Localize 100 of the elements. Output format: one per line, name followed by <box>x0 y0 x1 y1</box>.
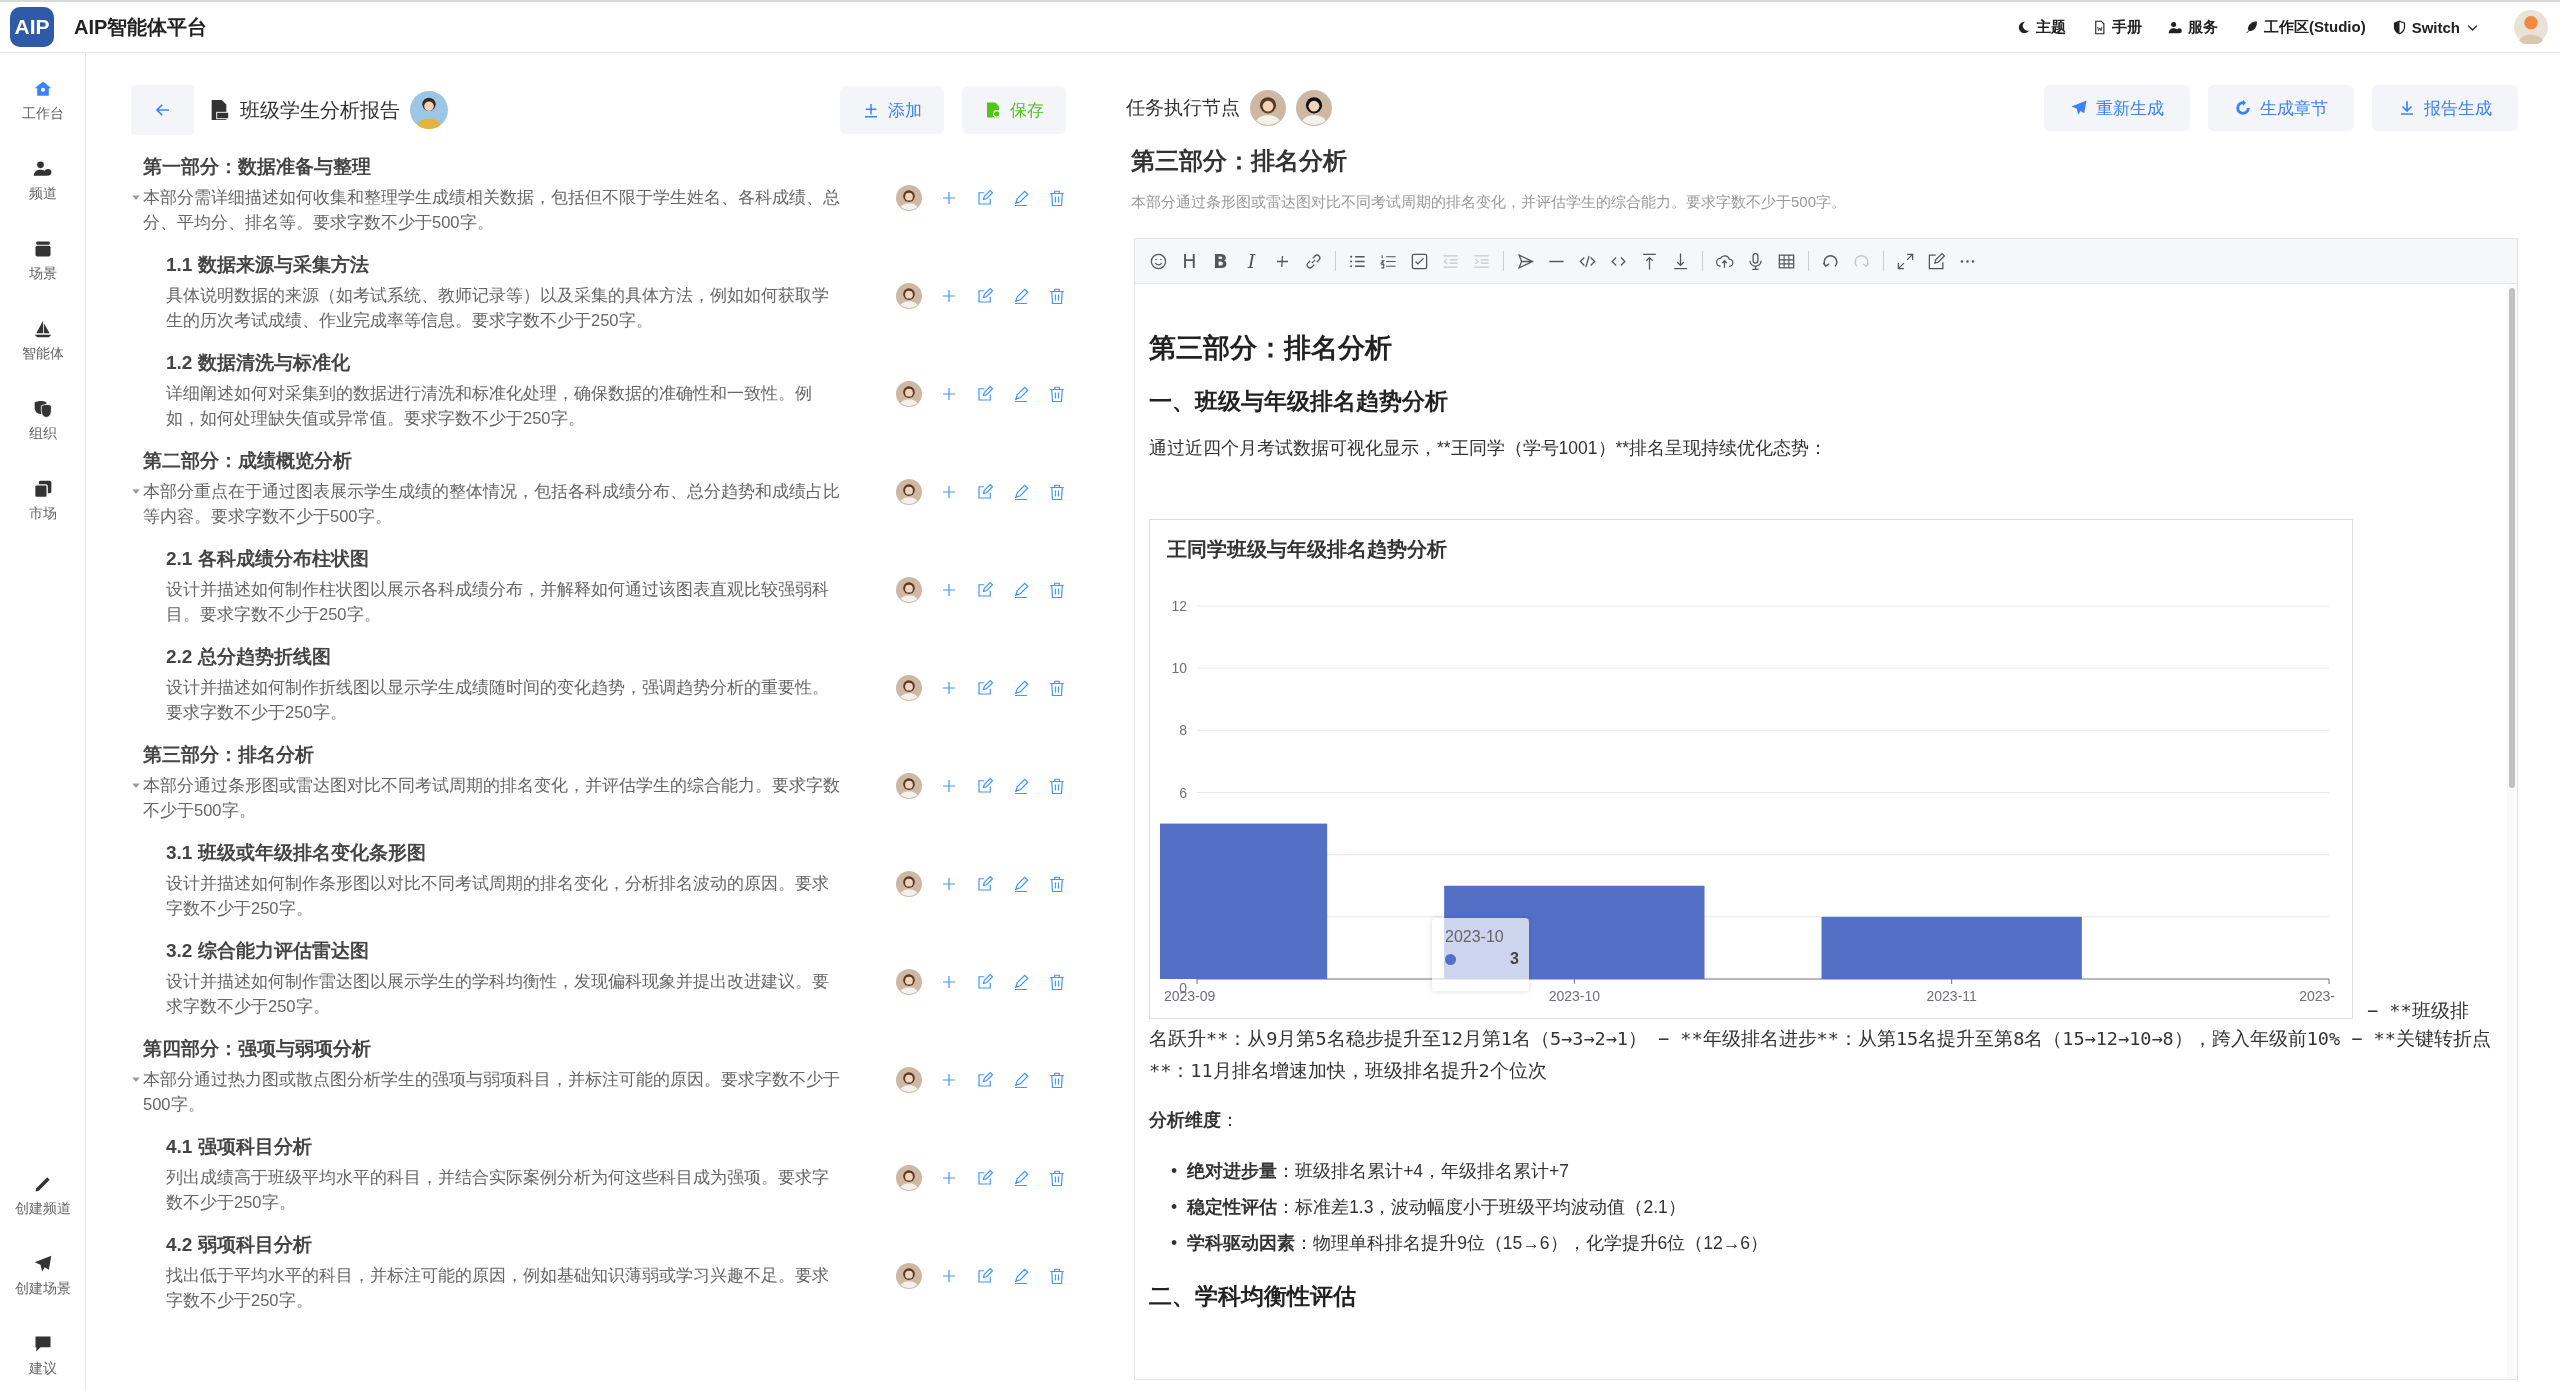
list-item: 绝对进步量：班级排名累计+4，年级排名累计+7 <box>1187 1160 1570 1183</box>
plus-icon[interactable] <box>940 973 958 991</box>
plus-icon[interactable] <box>940 1169 958 1187</box>
trash-icon[interactable] <box>1048 287 1066 305</box>
plus-icon[interactable] <box>940 581 958 599</box>
nav-link[interactable]: 手册 <box>2092 17 2142 37</box>
pen-icon[interactable] <box>1012 973 1030 991</box>
axis-tick-label: 2023- <box>2299 988 2335 1004</box>
home-icon <box>32 79 53 99</box>
sidebar-item[interactable]: 建议 <box>28 1334 57 1378</box>
action-button[interactable]: 重新生成 <box>2044 85 2190 131</box>
trash-icon[interactable] <box>1048 385 1066 403</box>
edit-icon[interactable] <box>976 875 994 893</box>
insert-above-icon[interactable] <box>1640 251 1659 271</box>
sidebar-item[interactable]: 创建场景 <box>14 1254 71 1298</box>
avatar <box>1250 90 1286 126</box>
bullet-marker: • <box>1171 1232 1178 1255</box>
action-button[interactable]: 生成章节 <box>2208 85 2354 131</box>
edit-icon[interactable] <box>976 581 994 599</box>
plus-icon[interactable] <box>940 287 958 305</box>
plus-icon[interactable] <box>940 483 958 501</box>
emoji-icon[interactable] <box>1149 251 1168 271</box>
feather-icon <box>2244 19 2259 35</box>
plus-icon[interactable] <box>940 679 958 697</box>
plus-icon[interactable] <box>940 189 958 207</box>
fullscreen-icon[interactable] <box>1896 251 1915 271</box>
pen-icon[interactable] <box>1012 1071 1030 1089</box>
edit-icon[interactable] <box>976 777 994 795</box>
nav-link[interactable]: Switch <box>2391 18 2480 36</box>
sidebar-item[interactable]: 创建频道 <box>14 1174 71 1218</box>
pen-icon[interactable] <box>1012 581 1030 599</box>
trash-icon[interactable] <box>1048 1267 1066 1285</box>
avatar <box>896 969 922 995</box>
pen-icon[interactable] <box>1012 287 1030 305</box>
avatar <box>896 773 922 799</box>
subsection-title: 1.1 数据来源与采集方法 <box>165 253 370 277</box>
edit-icon[interactable] <box>976 189 994 207</box>
edit-icon[interactable] <box>976 679 994 697</box>
sidebar-item[interactable]: 工作台 <box>21 79 64 123</box>
pen-icon[interactable] <box>1012 875 1030 893</box>
insert-below-icon[interactable] <box>1671 251 1690 271</box>
nav-link[interactable]: 服务 <box>2168 17 2218 37</box>
toolbar-button[interactable]: H <box>1180 250 1199 272</box>
pen-icon[interactable] <box>1012 1267 1030 1285</box>
trash-icon[interactable] <box>1048 483 1066 501</box>
trash-icon[interactable] <box>1048 875 1066 893</box>
edit-icon[interactable] <box>976 385 994 403</box>
scrollbar[interactable] <box>2509 288 2515 788</box>
edit-icon[interactable] <box>976 973 994 991</box>
trash-icon[interactable] <box>1048 189 1066 207</box>
pen-icon[interactable] <box>1012 679 1030 697</box>
pen-icon[interactable] <box>1012 189 1030 207</box>
send-icon[interactable] <box>1516 251 1535 271</box>
nav-link[interactable]: 工作区(Studio) <box>2244 17 2366 37</box>
axis-tick-label: 12 <box>1171 598 1187 614</box>
plus-icon[interactable] <box>940 1071 958 1089</box>
toolbar-button[interactable]: B <box>1211 250 1230 272</box>
plus-icon[interactable] <box>940 875 958 893</box>
trash-icon[interactable] <box>1048 973 1066 991</box>
section-description: 本部分通过条形图或雷达图对比不同考试周期的排名变化，并评估学生的综合能力。要求字数不少于500字。 <box>143 775 841 821</box>
sidebar-item[interactable]: 频道 <box>28 159 57 203</box>
edit-icon[interactable] <box>976 1169 994 1187</box>
pen-icon[interactable] <box>1012 483 1030 501</box>
user-avatar[interactable] <box>2514 10 2548 44</box>
plus-icon[interactable] <box>940 1267 958 1285</box>
link-icon[interactable] <box>1304 251 1323 271</box>
section-title: 第一部分：数据准备与整理 <box>142 155 372 179</box>
nav-link[interactable]: 主题 <box>2016 17 2066 37</box>
avatar <box>896 1067 922 1093</box>
add-button[interactable]: 添加 <box>840 86 944 134</box>
trash-icon[interactable] <box>1048 581 1066 599</box>
sidebar-item[interactable]: 智能体 <box>21 319 64 363</box>
edit-icon[interactable] <box>976 287 994 305</box>
action-button[interactable]: 报告生成 <box>2372 85 2518 131</box>
axis-tick-label: 10 <box>1171 660 1187 677</box>
edit-icon[interactable] <box>976 483 994 501</box>
trash-icon[interactable] <box>1048 777 1066 795</box>
checkbox-icon[interactable] <box>1410 251 1429 271</box>
heading: 第三部分：排名分析 <box>1149 332 1393 365</box>
sidebar-item[interactable]: 场景 <box>28 239 57 283</box>
avatar <box>1296 90 1332 126</box>
subsection-description: 设计并描述如何制作柱状图以展示各科成绩分布，并解释如何通过该图表直观比较强弱科目。要求字数不少于250字。 <box>166 579 830 625</box>
subsection-title: 1.2 数据清洗与标准化 <box>165 351 351 375</box>
trash-icon[interactable] <box>1048 1169 1066 1187</box>
plus-icon[interactable] <box>940 385 958 403</box>
trash-icon[interactable] <box>1048 1071 1066 1089</box>
trash-icon[interactable] <box>1048 679 1066 697</box>
plus-icon[interactable] <box>940 777 958 795</box>
axis-tick-label: 2023-10 <box>1548 988 1601 1004</box>
pen-icon[interactable] <box>1012 1169 1030 1187</box>
sidebar-item[interactable]: 市场 <box>28 479 57 523</box>
shield-icon <box>2391 19 2407 35</box>
edit-icon[interactable] <box>1927 251 1946 271</box>
edit-icon[interactable] <box>976 1071 994 1089</box>
pen-icon[interactable] <box>1012 777 1030 795</box>
sidebar-item[interactable]: 组织 <box>28 399 57 443</box>
toolbar-button[interactable]: I <box>1242 250 1261 272</box>
microphone-icon[interactable] <box>1746 251 1765 271</box>
subsection-title: 2.1 各科成绩分布柱状图 <box>165 547 370 571</box>
pen-icon[interactable] <box>1012 385 1030 403</box>
